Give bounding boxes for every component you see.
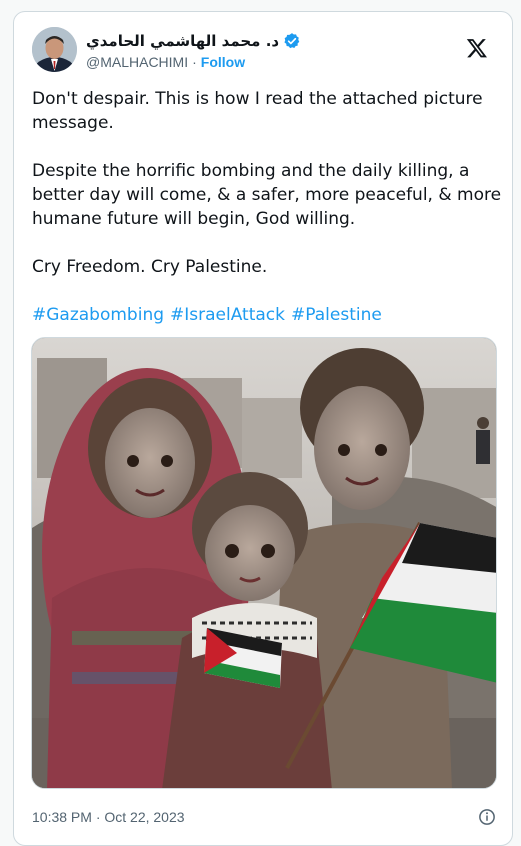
verified-badge-icon [284,33,300,49]
hashtag-row: #Gazabombing #IsraelAttack #Palestine [32,303,502,327]
info-icon[interactable] [478,808,496,826]
author-info: د. محمد الهاشمي الحامدي @MALHACHIMI · Fo… [86,31,301,70]
hashtag-link[interactable]: #Gazabombing [32,303,164,327]
hashtag-link[interactable]: #Palestine [291,303,382,327]
x-logo-icon[interactable] [466,37,488,59]
tweet-paragraph: Cry Freedom. Cry Palestine. [32,257,268,277]
avatar[interactable] [32,27,77,72]
author-name[interactable]: د. محمد الهاشمي الحامدي [86,32,279,50]
tweet-footer: 10:38 PM · Oct 22, 2023 [32,806,496,828]
tweet-header: د. محمد الهاشمي الحامدي @MALHACHIMI · Fo… [32,27,496,83]
tweet-paragraph: Don't despair. This is how I read the at… [32,89,483,133]
author-handle-row: @MALHACHIMI · Follow [86,54,301,70]
photo-illustration [32,338,496,788]
author-name-row: د. محمد الهاشمي الحامدي [86,31,301,51]
follow-button[interactable]: Follow [201,54,245,70]
author-handle[interactable]: @MALHACHIMI [86,54,188,70]
tweet-text: Don't despair. This is how I read the at… [32,87,502,327]
attached-photo[interactable] [31,337,497,789]
tweet-paragraph: Despite the horrific bombing and the dai… [32,161,502,229]
separator-dot: · [192,54,197,70]
hashtag-link[interactable]: #IsraelAttack [170,303,285,327]
tweet-card[interactable]: د. محمد الهاشمي الحامدي @MALHACHIMI · Fo… [13,11,513,846]
timestamp[interactable]: 10:38 PM · Oct 22, 2023 [32,809,185,825]
